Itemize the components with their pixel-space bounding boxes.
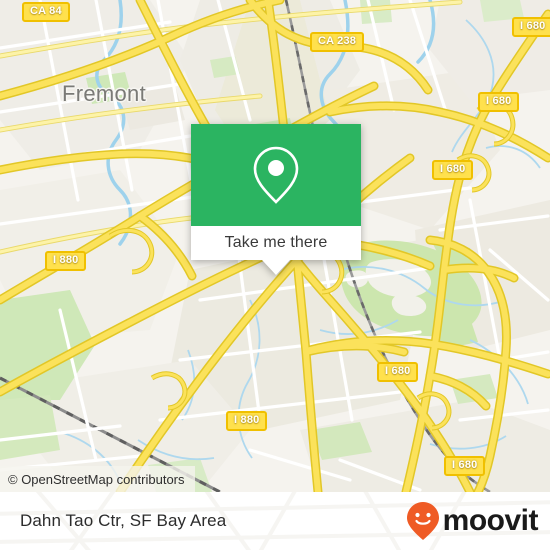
highway-shield-i680-lower[interactable]: I 680 (377, 362, 419, 382)
highway-shield-ca238[interactable]: CA 238 (310, 32, 365, 52)
moovit-wordmark: moovit (442, 504, 539, 537)
highway-shield-i680-north[interactable]: I 680 (512, 17, 550, 37)
moovit-smiley-pin-icon (406, 502, 439, 540)
location-callout-card[interactable]: Take me there (191, 124, 361, 275)
map-attribution[interactable]: © OpenStreetMap contributors (0, 466, 195, 492)
highway-shield-i880-lower[interactable]: I 880 (226, 411, 268, 431)
take-me-there-button[interactable]: Take me there (191, 226, 361, 260)
attribution-label: © OpenStreetMap contributors (8, 471, 185, 487)
highway-shield-i680-south[interactable]: I 680 (444, 456, 486, 476)
highway-shield-i680-upper[interactable]: I 680 (478, 92, 520, 112)
map-pin-icon (253, 146, 299, 204)
moovit-map-screenshot: Fremont CA 84 CA 238 I 680 I 680 I 680 I… (0, 0, 550, 550)
map-canvas[interactable]: Fremont CA 84 CA 238 I 680 I 680 I 680 I… (0, 0, 550, 492)
place-title: Dahn Tao Ctr, SF Bay Area (20, 511, 227, 530)
footer-bar: Dahn Tao Ctr, SF Bay Area moovit (0, 492, 550, 550)
highway-shield-i880-upper[interactable]: I 880 (45, 251, 87, 271)
highway-shield-ca84[interactable]: CA 84 (22, 2, 70, 22)
callout-pin-panel (191, 124, 361, 226)
moovit-brand[interactable]: moovit (406, 501, 539, 541)
take-me-there-label: Take me there (224, 234, 328, 251)
callout-tail (262, 260, 290, 275)
highway-shield-i680-mid[interactable]: I 680 (432, 160, 474, 180)
